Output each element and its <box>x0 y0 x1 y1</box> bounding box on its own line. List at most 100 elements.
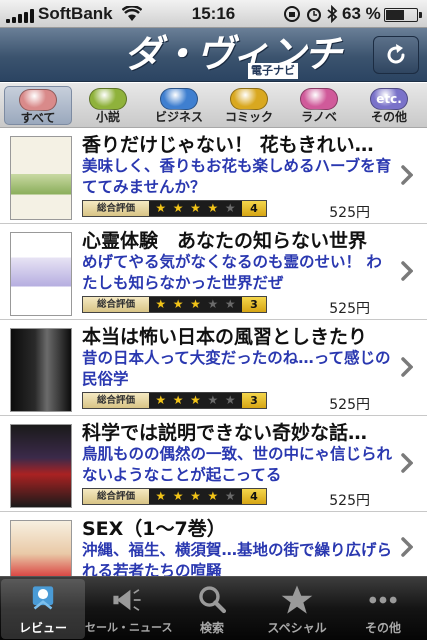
review-icon <box>32 586 54 610</box>
star-icon: ★ <box>190 297 201 311</box>
star-icon: ★ <box>207 297 219 311</box>
book-cover-image <box>10 232 72 316</box>
category-tab-1[interactable]: 小説 <box>74 86 142 125</box>
item-title: 科学では説明できない奇妙な話… <box>82 422 368 444</box>
list-item[interactable]: 心霊体験 あなたの知らない世界 めげてやる気がなくなるのも霊のせい！ わたしも知ら… <box>0 225 427 320</box>
star-icon: ★ <box>155 489 167 503</box>
rating-box: 総合評価 ★ ★ ★ ★ ★ 4 <box>82 488 267 505</box>
tab-label: スペシャル <box>267 621 327 635</box>
book-cover-image <box>10 328 72 412</box>
rating-label: 総合評価 <box>83 201 149 216</box>
star-icon: ★ <box>155 201 167 215</box>
rating-value: 3 <box>242 393 266 408</box>
item-description: 沖縄、福生、横須賀…基地の街で繰り広げられる若者たちの喧騒 <box>82 541 392 576</box>
category-tab-5[interactable]: etc. その他 <box>355 86 423 125</box>
chevron-right-icon <box>401 537 413 557</box>
star-icon: ★ <box>224 201 236 215</box>
category-label: ラノベ <box>301 110 337 124</box>
star-icon: ★ <box>190 489 201 503</box>
rating-box: 総合評価 ★ ★ ★ ★ ★ 3 <box>82 392 267 409</box>
tab-bar: レビュー セール・ニュース 検索 スペシャル その他 <box>0 576 427 640</box>
info-icon <box>160 88 198 110</box>
tab-label: その他 <box>364 621 401 635</box>
bluetooth-icon <box>327 5 338 23</box>
item-title: 香りだけじゃない！ 花もきれい… <box>82 134 374 156</box>
category-label: 小説 <box>95 110 120 124</box>
app-logo: ダ・ヴィンチ <box>124 32 342 76</box>
rating-box: 総合評価 ★ ★ ★ ★ ★ 3 <box>82 296 267 313</box>
rating-stars: ★ ★ ★ ★ ★ <box>149 297 242 312</box>
rating-value: 4 <box>242 489 266 504</box>
category-label: ビジネス <box>154 110 203 124</box>
book-cover-image <box>10 424 72 508</box>
chevron-right-icon <box>401 357 413 377</box>
star-icon: ★ <box>172 489 184 503</box>
item-title: 心霊体験 あなたの知らない世界 <box>82 230 368 252</box>
megaphone-icon <box>113 589 141 611</box>
tab-label: レビュー <box>18 621 67 635</box>
tab-label: セール・ニュース <box>85 621 173 634</box>
star-icon: ★ <box>190 201 201 215</box>
rating-label: 総合評価 <box>83 393 149 408</box>
star-icon: ★ <box>172 393 184 407</box>
tab-more[interactable]: その他 <box>341 579 425 639</box>
battery-icon <box>384 8 422 22</box>
rating-value: 3 <box>242 297 266 312</box>
tab-megaphone[interactable]: セール・ニュース <box>85 579 173 639</box>
all-icon <box>19 89 57 111</box>
search-icon <box>199 586 227 614</box>
book-cover-image <box>10 136 72 220</box>
category-tab-4[interactable]: ラノベ <box>285 86 353 125</box>
refresh-button[interactable] <box>373 36 419 74</box>
star-icon: ★ <box>207 201 219 215</box>
item-price: 525円 <box>329 205 370 221</box>
category-bar: すべて 小説 ビジネス コミック ラノベ etc. その他 <box>0 83 427 128</box>
item-description: 美味しく、香りもお花も楽しめるハーブを育ててみませんか？ <box>82 157 392 196</box>
rating-label: 総合評価 <box>83 489 149 504</box>
chevron-right-icon <box>401 453 413 473</box>
list-item[interactable]: 本当は怖い日本の風習としきたり 昔の日本人って大変だったのね…って感じの民俗学 総合… <box>0 321 427 416</box>
alarm-icon <box>307 8 321 22</box>
item-title: SEX（1〜7巻） <box>82 518 226 540</box>
star-icon: ★ <box>224 297 236 311</box>
review-list: 香りだけじゃない！ 花もきれい… 美味しく、香りもお花も楽しめるハーブを育ててみま… <box>0 129 427 576</box>
status-bar: SoftBank 15:16 63 % <box>0 0 427 28</box>
item-price: 525円 <box>329 301 370 317</box>
category-tab-2[interactable]: ビジネス <box>145 86 213 125</box>
chevron-right-icon <box>401 165 413 185</box>
app-header: ダ・ヴィンチ 電子ナビ <box>0 28 427 82</box>
tab-review[interactable]: レビュー <box>1 579 85 639</box>
rating-stars: ★ ★ ★ ★ ★ <box>149 393 242 408</box>
star-icon: ★ <box>190 393 201 407</box>
tab-search[interactable]: 検索 <box>170 579 254 639</box>
item-price: 525円 <box>329 493 370 509</box>
star-icon <box>281 585 313 614</box>
item-description: 昔の日本人って大変だったのね…って感じの民俗学 <box>82 349 391 388</box>
category-tab-0[interactable]: すべて <box>4 86 72 125</box>
tab-star[interactable]: スペシャル <box>255 579 339 639</box>
star-icon: ★ <box>155 393 167 407</box>
category-tab-3[interactable]: コミック <box>215 86 283 125</box>
category-label: その他 <box>370 110 407 124</box>
battery-percent: 63 % <box>342 4 381 23</box>
etc-icon: etc. <box>370 88 408 110</box>
item-description: 鳥肌ものの偶然の一致、世の中にゃ信じられないようなことが起こってる <box>82 445 392 484</box>
star-icon <box>230 88 268 110</box>
list-item[interactable]: SEX（1〜7巻） 沖縄、福生、横須賀…基地の街で繰り広げられる若者たちの喧騒 <box>0 513 427 576</box>
star-icon: ★ <box>172 201 184 215</box>
star-icon: ★ <box>155 297 167 311</box>
list-item[interactable]: 香りだけじゃない！ 花もきれい… 美味しく、香りもお花も楽しめるハーブを育ててみま… <box>0 129 427 224</box>
app-logo-subtitle: 電子ナビ <box>248 63 298 79</box>
tag-icon <box>300 88 338 110</box>
star-icon: ★ <box>224 489 236 503</box>
rating-box: 総合評価 ★ ★ ★ ★ ★ 4 <box>82 200 267 217</box>
tab-label: 検索 <box>199 621 224 635</box>
rating-stars: ★ ★ ★ ★ ★ <box>149 489 242 504</box>
star-icon: ★ <box>207 489 219 503</box>
book-icon <box>89 88 127 110</box>
more-icon <box>369 596 397 604</box>
category-label: コミック <box>224 110 273 124</box>
list-item[interactable]: 科学では説明できない奇妙な話… 鳥肌ものの偶然の一致、世の中にゃ信じられないような… <box>0 417 427 512</box>
book-cover-image <box>10 520 72 576</box>
rotation-lock-icon <box>284 6 300 22</box>
